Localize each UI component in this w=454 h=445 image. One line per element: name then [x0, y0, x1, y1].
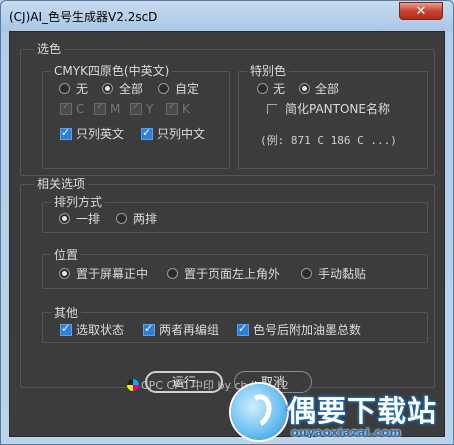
only-chinese-checkbox[interactable] [141, 126, 153, 140]
cpc-logo-icon [127, 379, 139, 391]
spot-color-label: 特别色 [247, 64, 290, 78]
spot-none-label: 无 [273, 82, 286, 96]
cmyk-all-radio[interactable] [102, 83, 113, 94]
cmyk-all-label: 全部 [119, 82, 144, 96]
channel-y-checkbox[interactable] [130, 101, 142, 115]
other-group-label: 其他 [51, 306, 82, 320]
watermark-url: ouyaoxiazai.com [291, 426, 402, 439]
position-manual-label: 手动黏贴 [318, 267, 367, 281]
arrange-two-rows-radio[interactable] [116, 213, 127, 224]
selection-state-checkbox[interactable] [60, 322, 72, 336]
channel-k-checkbox[interactable] [166, 101, 178, 115]
position-top-left-radio[interactable] [167, 268, 178, 279]
position-top-left-label: 置于页面左上角外 [184, 267, 281, 281]
position-group-label: 位置 [51, 248, 82, 262]
channel-m-label: M [110, 102, 121, 116]
channel-k-label: K [182, 102, 190, 116]
watermark: 偶要下载站 ouyaoxiazai.com [231, 384, 453, 444]
ink-total-checkbox[interactable] [237, 322, 249, 336]
only-english-label: 只列英文 [76, 127, 125, 141]
cmyk-custom-radio[interactable] [158, 83, 169, 94]
cmyk-group-label: CMYK四原色(中英文) [51, 64, 173, 78]
only-english-checkbox[interactable] [60, 126, 72, 140]
position-center-label: 置于屏幕正中 [76, 267, 149, 281]
regroup-label: 两者再编组 [159, 323, 220, 337]
options-group-label: 相关选项 [34, 177, 89, 191]
channel-y-label: Y [146, 102, 154, 116]
only-chinese-label: 只列中文 [157, 127, 206, 141]
arrange-two-rows-label: 两排 [133, 212, 158, 226]
ink-total-label: 色号后附加油墨总数 [253, 323, 362, 337]
channel-m-checkbox[interactable] [94, 101, 106, 115]
arrange-group-label: 排列方式 [51, 195, 106, 209]
arrange-one-row-radio[interactable] [59, 213, 70, 224]
simplify-pantone-checkbox[interactable] [267, 104, 277, 114]
position-center-radio[interactable] [59, 268, 70, 279]
window-title: (CJ)AI_色号生成器V2.2scD [9, 10, 158, 24]
color-select-label: 选色 [34, 42, 65, 56]
title-bar[interactable]: (CJ)AI_色号生成器V2.2scD ✕ [1, 1, 453, 29]
spot-none-radio[interactable] [257, 83, 268, 94]
selection-state-label: 选取状态 [76, 323, 125, 337]
channel-c-label: C [76, 102, 85, 116]
cmyk-custom-label: 自定 [175, 82, 200, 96]
channel-c-checkbox[interactable] [60, 101, 72, 115]
cmyk-none-radio[interactable] [59, 83, 70, 94]
cmyk-none-label: 无 [76, 82, 89, 96]
spot-all-label: 全部 [315, 82, 340, 96]
window-frame: (CJ)AI_色号生成器V2.2scD ✕ 选色 CMYK四原色(中英文) 无 … [0, 0, 454, 445]
watermark-logo-icon [231, 384, 287, 440]
arrange-one-row-label: 一排 [76, 212, 101, 226]
close-button[interactable]: ✕ [399, 2, 443, 20]
position-manual-radio[interactable] [301, 268, 312, 279]
watermark-title: 偶要下载站 [287, 394, 438, 428]
pantone-example-text: (例: 871 C 186 C ...) [260, 134, 397, 147]
regroup-checkbox[interactable] [143, 322, 155, 336]
spot-all-radio[interactable] [299, 83, 310, 94]
simplify-pantone-label: 简化PANTONE名称 [285, 102, 390, 116]
